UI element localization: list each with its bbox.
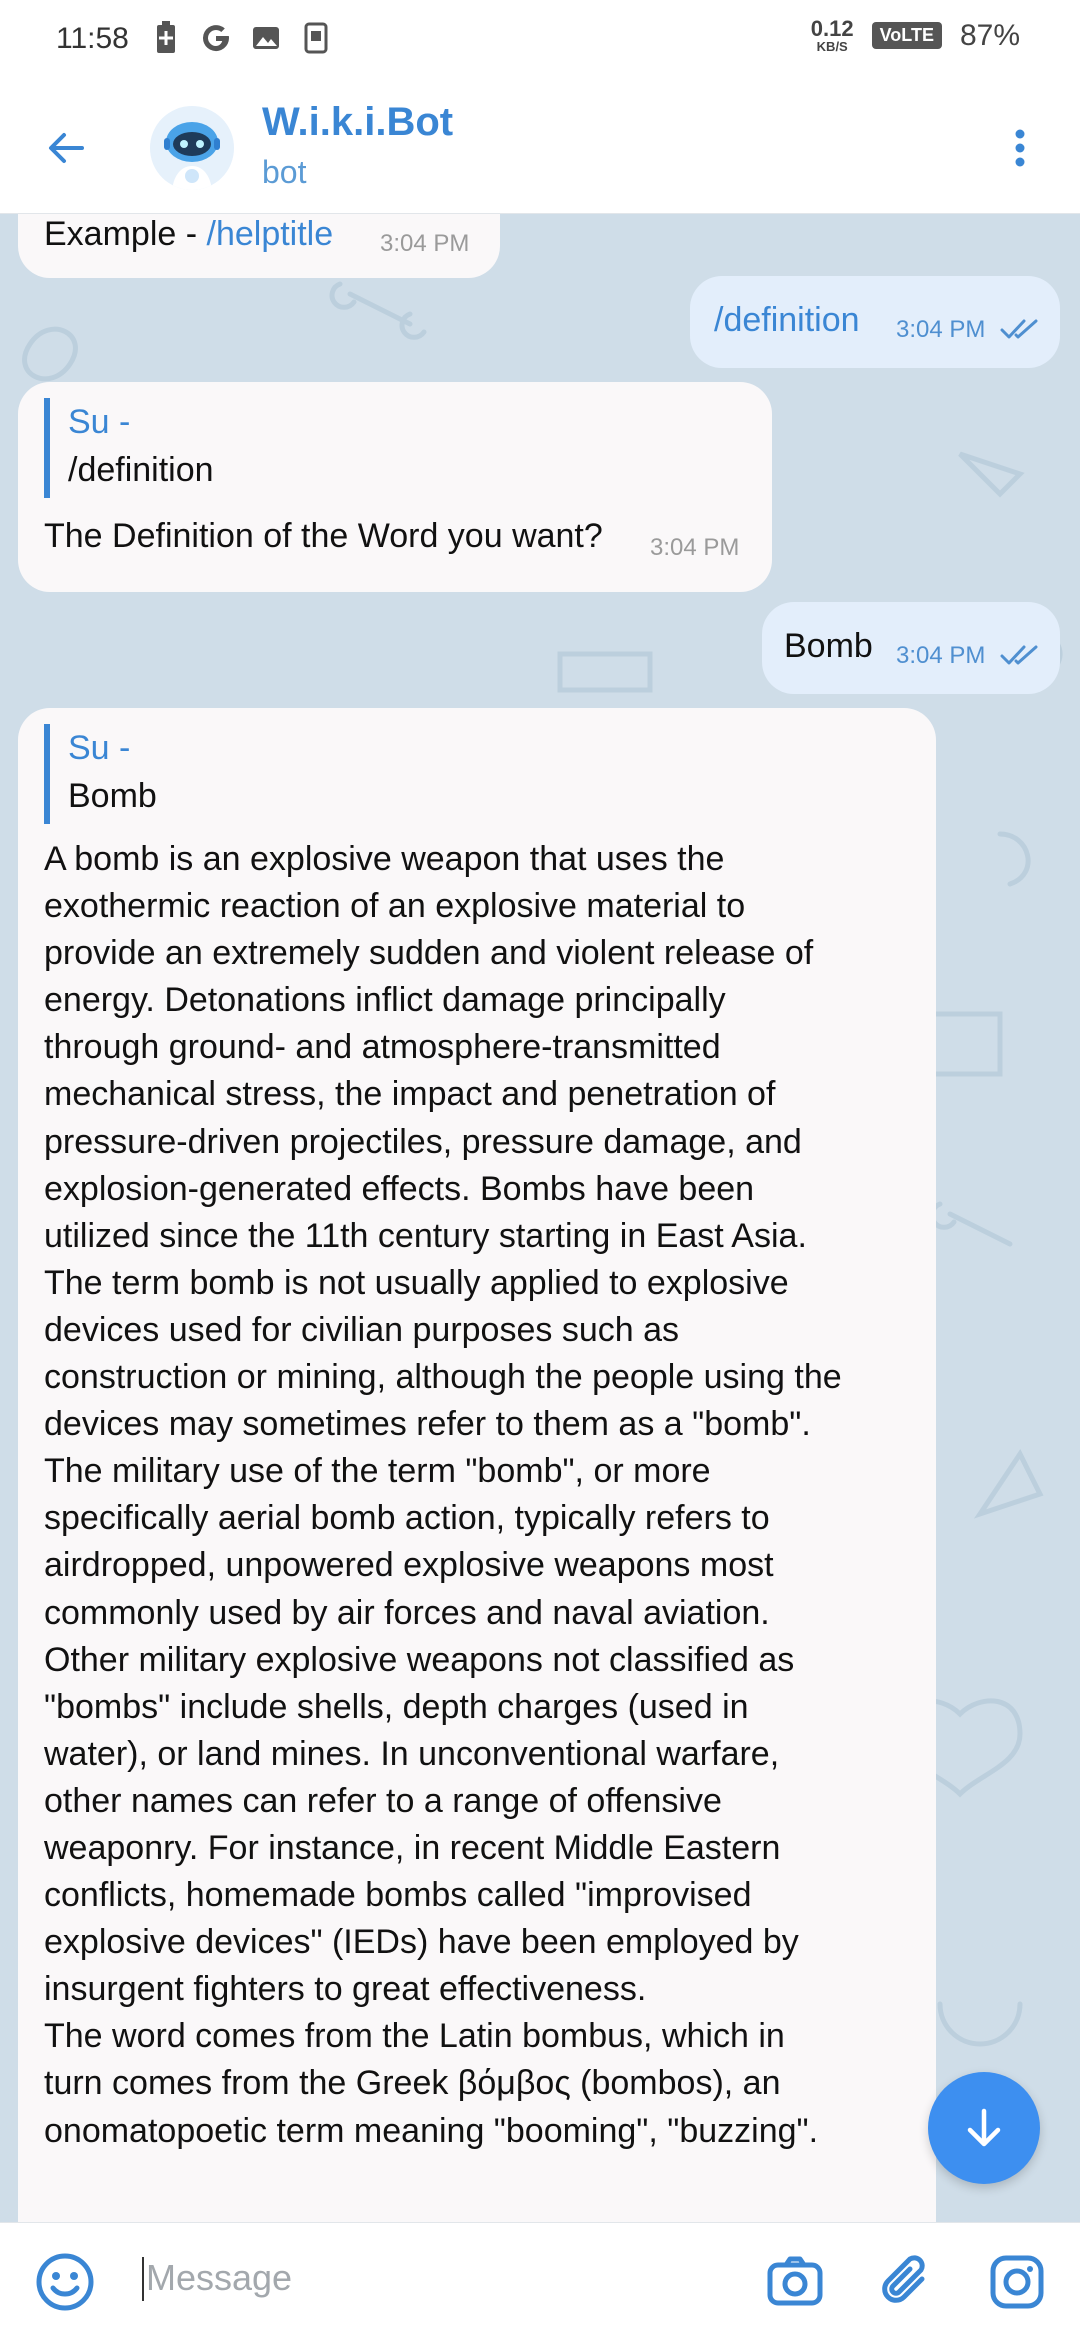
instagram-button[interactable]	[986, 2251, 1048, 2313]
command-link[interactable]: /helptitle	[207, 215, 334, 253]
message-text[interactable]: /definition	[714, 300, 860, 340]
message-line: insurgent fighters to great effectivenes…	[44, 1970, 647, 2009]
chat-subtitle: bot	[262, 154, 307, 190]
text-cursor	[142, 2257, 144, 2301]
message-line: onomatopoetic term meaning "booming", "b…	[44, 2111, 819, 2150]
battery-saver-icon	[150, 20, 182, 56]
message-line: water), or land mines. In unconventional…	[44, 1734, 780, 1773]
message-line: explosive devices" (IEDs) have been empl…	[44, 1923, 799, 1962]
bot-avatar[interactable]	[150, 106, 234, 190]
message-line: weaponry. For instance, in recent Middle…	[44, 1828, 781, 1867]
message-text: Example -	[44, 215, 207, 253]
status-bar: 11:58 0.12 KB/S VoLTE 87%	[0, 0, 1080, 82]
notification-icons	[150, 20, 332, 56]
reply-author: Su -	[68, 729, 131, 767]
message-line: The word comes from the Latin bombus, wh…	[44, 2017, 785, 2056]
reply-author: Su -	[68, 403, 131, 441]
message-bubble-incoming[interactable]: Example - /helptitle 3:04 PM	[18, 214, 500, 278]
google-icon	[200, 20, 232, 56]
camera-icon	[767, 2256, 823, 2306]
net-speed: 0.12 KB/S	[810, 16, 854, 54]
message-line: specifically aerial bomb action, typical…	[44, 1499, 770, 1538]
message-line: conflicts, homemade bombs called "improv…	[44, 1876, 752, 1915]
message-bubble-outgoing[interactable]: Bomb 3:04 PM	[762, 602, 1060, 694]
paperclip-icon	[882, 2255, 925, 2303]
message-bubble-outgoing[interactable]: /definition 3:04 PM	[690, 276, 1060, 368]
message-line: pressure-driven projectiles, pressure da…	[44, 1122, 802, 1161]
arrow-down-icon	[967, 2108, 1001, 2147]
message-text: A bomb is an explosive weapon that uses …	[44, 836, 924, 2155]
message-text: The Definition of the Word you want?	[44, 517, 603, 555]
message-line: through ground- and atmosphere-transmitt…	[44, 1028, 721, 1067]
message-bubble-incoming[interactable]: Su - Bomb A bomb is an explosive weapon …	[18, 708, 936, 2222]
message-line: A bomb is an explosive weapon that uses …	[44, 840, 725, 878]
reply-text: /definition	[68, 451, 214, 489]
emoji-button[interactable]	[34, 2251, 96, 2313]
message-line: construction or mining, although the peo…	[44, 1358, 842, 1397]
more-vertical-icon	[1015, 129, 1025, 167]
message-line: Other military explosive weapons not cla…	[44, 1640, 795, 1679]
back-button[interactable]	[36, 118, 96, 178]
message-bubble-incoming[interactable]: Su - /definition The Definition of the W…	[18, 382, 772, 592]
reply-text: Bomb	[68, 777, 157, 815]
chat-title[interactable]: W.i.k.i.Bot	[262, 100, 453, 145]
message-line: commonly used by air forces and naval av…	[44, 1593, 770, 1632]
camera-button[interactable]	[764, 2251, 826, 2313]
message-line: The military use of the term "bomb", or …	[44, 1452, 711, 1491]
message-line: energy. Detonations inflict damage princ…	[44, 981, 726, 1020]
message-line: turn comes from the Greek βόμβος (bombos…	[44, 2064, 781, 2103]
message-line: explosion-generated effects. Bombs have …	[44, 1169, 755, 1208]
phone-screen-icon	[300, 20, 332, 56]
message-line: utilized since the 11th century starting…	[44, 1216, 807, 1255]
message-list[interactable]: Example - /helptitle 3:04 PM /definition…	[0, 214, 1080, 2222]
message-line: mechanical stress, the impact and penetr…	[44, 1075, 776, 1114]
image-icon	[250, 20, 282, 56]
double-check-icon	[1000, 319, 1038, 339]
message-line: devices used for civilian purposes such …	[44, 1310, 679, 1349]
message-line: "bombs" include shells, depth charges (u…	[44, 1687, 749, 1726]
message-line: devices may sometimes refer to them as a…	[44, 1405, 811, 1444]
volte-badge: VoLTE	[871, 22, 942, 49]
reply-preview[interactable]: Su - /definition	[44, 398, 214, 498]
message-line: other names can refer to a range of offe…	[44, 1781, 722, 1820]
instagram-icon	[990, 2255, 1044, 2309]
more-options-button[interactable]	[990, 118, 1050, 178]
message-line: exothermic reaction of an explosive mate…	[44, 887, 746, 926]
message-line: airdropped, unpowered explosive weapons …	[44, 1546, 774, 1585]
attach-button[interactable]	[876, 2251, 938, 2313]
emoji-icon	[36, 2253, 94, 2311]
message-input[interactable]: Message	[146, 2257, 292, 2299]
message-line: provide an extremely sudden and violent …	[44, 934, 814, 973]
message-text: Bomb	[784, 627, 873, 665]
reply-preview[interactable]: Su - Bomb	[44, 724, 157, 824]
message-line: The term bomb is not usually applied to …	[44, 1263, 789, 1302]
arrow-left-icon	[49, 133, 84, 163]
battery-percent: 87%	[959, 18, 1020, 52]
message-time: 3:04 PM	[896, 642, 986, 669]
message-input-bar: Message	[0, 2222, 1080, 2340]
double-check-icon	[1000, 645, 1038, 665]
scroll-down-button[interactable]	[928, 2072, 1040, 2184]
message-time: 3:04 PM	[650, 534, 740, 561]
message-time: 3:04 PM	[380, 230, 470, 257]
chat-header: W.i.k.i.Bot bot	[0, 82, 1080, 214]
status-time: 11:58	[56, 22, 129, 55]
message-time: 3:04 PM	[896, 316, 986, 343]
